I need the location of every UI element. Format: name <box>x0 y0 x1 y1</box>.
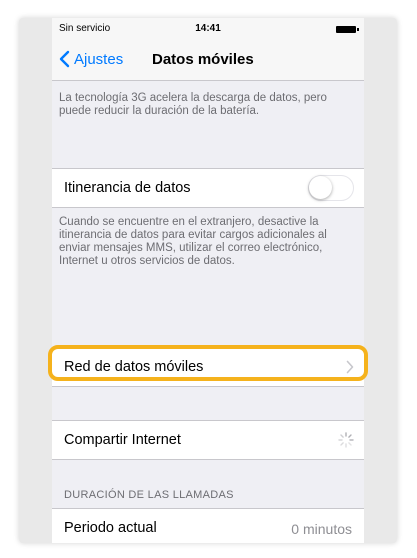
roaming-footnote: Cuando se encuentre en el extranjero, de… <box>59 216 327 267</box>
back-button-label: Ajustes <box>74 50 124 68</box>
page-title: Datos móviles <box>152 51 254 68</box>
phone-screen: Sin servicio 14:41 Ajustes Datos móviles… <box>52 18 364 543</box>
current-period-label: Periodo actual <box>64 520 157 536</box>
spinner-icon <box>338 432 354 448</box>
current-period-value: 0 minutos <box>291 521 352 537</box>
highlight-outline <box>48 345 368 381</box>
data-roaming-toggle[interactable] <box>308 175 354 201</box>
toggle-knob <box>309 176 332 199</box>
data-roaming-row: Itinerancia de datos <box>52 168 364 208</box>
call-duration-section-header: DURACIÓN DE LAS LLAMADAS <box>64 489 234 501</box>
battery-full-icon <box>336 26 359 33</box>
back-button[interactable]: Ajustes <box>58 50 123 68</box>
personal-hotspot-label: Compartir Internet <box>64 432 181 448</box>
navigation-bar: Ajustes Datos móviles <box>52 40 364 81</box>
chevron-left-icon <box>59 50 70 68</box>
3g-footnote: La tecnología 3G acelera la descarga de … <box>59 92 327 117</box>
data-roaming-label: Itinerancia de datos <box>64 180 191 196</box>
status-bar: Sin servicio 14:41 <box>52 18 364 40</box>
clock: 14:41 <box>195 23 221 34</box>
personal-hotspot-row[interactable]: Compartir Internet <box>52 420 364 460</box>
screenshot-card: Sin servicio 14:41 Ajustes Datos móviles… <box>19 18 397 543</box>
current-period-row: Periodo actual 0 minutos <box>52 508 364 543</box>
